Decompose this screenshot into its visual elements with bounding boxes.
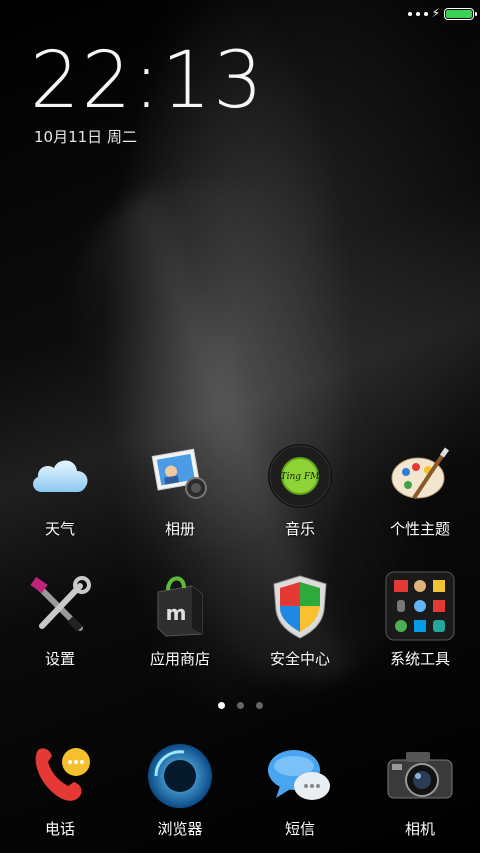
app-row-1: 天气 相册 Ting FM 音乐 个性主题 xyxy=(0,440,480,539)
music-icon: Ting FM xyxy=(268,444,332,508)
app-label-messages: 短信 xyxy=(284,820,315,838)
app-messages[interactable]: 短信 xyxy=(245,740,355,839)
security-shield-icon xyxy=(273,575,327,639)
app-security[interactable]: 安全中心 xyxy=(245,570,355,669)
clock-date[interactable]: 10月11日 周二 xyxy=(34,126,137,147)
status-bar: ⚡ xyxy=(0,0,480,28)
weather-cloud-icon xyxy=(33,460,88,492)
signal-dots-icon xyxy=(408,12,428,16)
settings-tools-icon xyxy=(30,576,91,632)
app-label-system-tools: 系统工具 xyxy=(389,650,450,668)
gallery-icon xyxy=(151,448,207,499)
app-themes[interactable]: 个性主题 xyxy=(365,440,475,539)
app-label-phone: 电话 xyxy=(44,820,75,838)
app-label-themes: 个性主题 xyxy=(389,520,450,538)
app-phone[interactable]: 电话 xyxy=(5,740,115,839)
app-label-weather: 天气 xyxy=(44,520,75,538)
clock-time[interactable]: 22:13 xyxy=(30,36,265,126)
app-label-music: 音乐 xyxy=(284,520,315,538)
page-dot-2[interactable] xyxy=(236,702,244,709)
app-label-store: 应用商店 xyxy=(149,650,210,668)
battery-level-fill xyxy=(446,10,472,18)
music-icon-text: Ting FM xyxy=(281,472,321,482)
page-dot-1[interactable] xyxy=(217,702,225,709)
app-camera[interactable]: 相机 xyxy=(365,740,475,839)
phone-icon xyxy=(35,748,90,801)
page-indicator[interactable] xyxy=(0,702,480,709)
app-store[interactable]: m 应用商店 xyxy=(125,570,235,669)
app-browser[interactable]: 浏览器 xyxy=(125,740,235,839)
app-label-camera: 相机 xyxy=(404,820,435,838)
app-weather[interactable]: 天气 xyxy=(5,440,115,539)
app-label-gallery: 相册 xyxy=(164,520,195,538)
themes-palette-icon xyxy=(391,447,450,500)
app-label-security: 安全中心 xyxy=(269,650,330,668)
home-screen: ⚡ 22:13 10月11日 周二 天气 相册 Ting FM 音乐 个性主题 … xyxy=(0,0,480,853)
app-gallery[interactable]: 相册 xyxy=(125,440,235,539)
dock: 电话 浏览器 短信 相机 xyxy=(0,740,480,839)
battery-icon xyxy=(444,8,477,20)
app-system-tools[interactable]: 系统工具 xyxy=(365,570,475,669)
charging-bolt-icon: ⚡ xyxy=(431,6,440,20)
browser-icon xyxy=(148,744,212,808)
camera-icon xyxy=(387,752,453,799)
app-settings[interactable]: 设置 xyxy=(5,570,115,669)
app-store-bag-icon: m xyxy=(157,576,203,637)
app-row-2: 设置 m 应用商店 安全中心 系统工具 xyxy=(0,570,480,669)
system-tools-folder-icon xyxy=(385,571,455,641)
app-label-browser: 浏览器 xyxy=(157,820,203,838)
messages-icon xyxy=(268,750,330,800)
app-music[interactable]: Ting FM 音乐 xyxy=(245,440,355,539)
svg-text:m: m xyxy=(166,601,187,625)
page-dot-3[interactable] xyxy=(255,702,263,709)
app-label-settings: 设置 xyxy=(44,650,75,668)
